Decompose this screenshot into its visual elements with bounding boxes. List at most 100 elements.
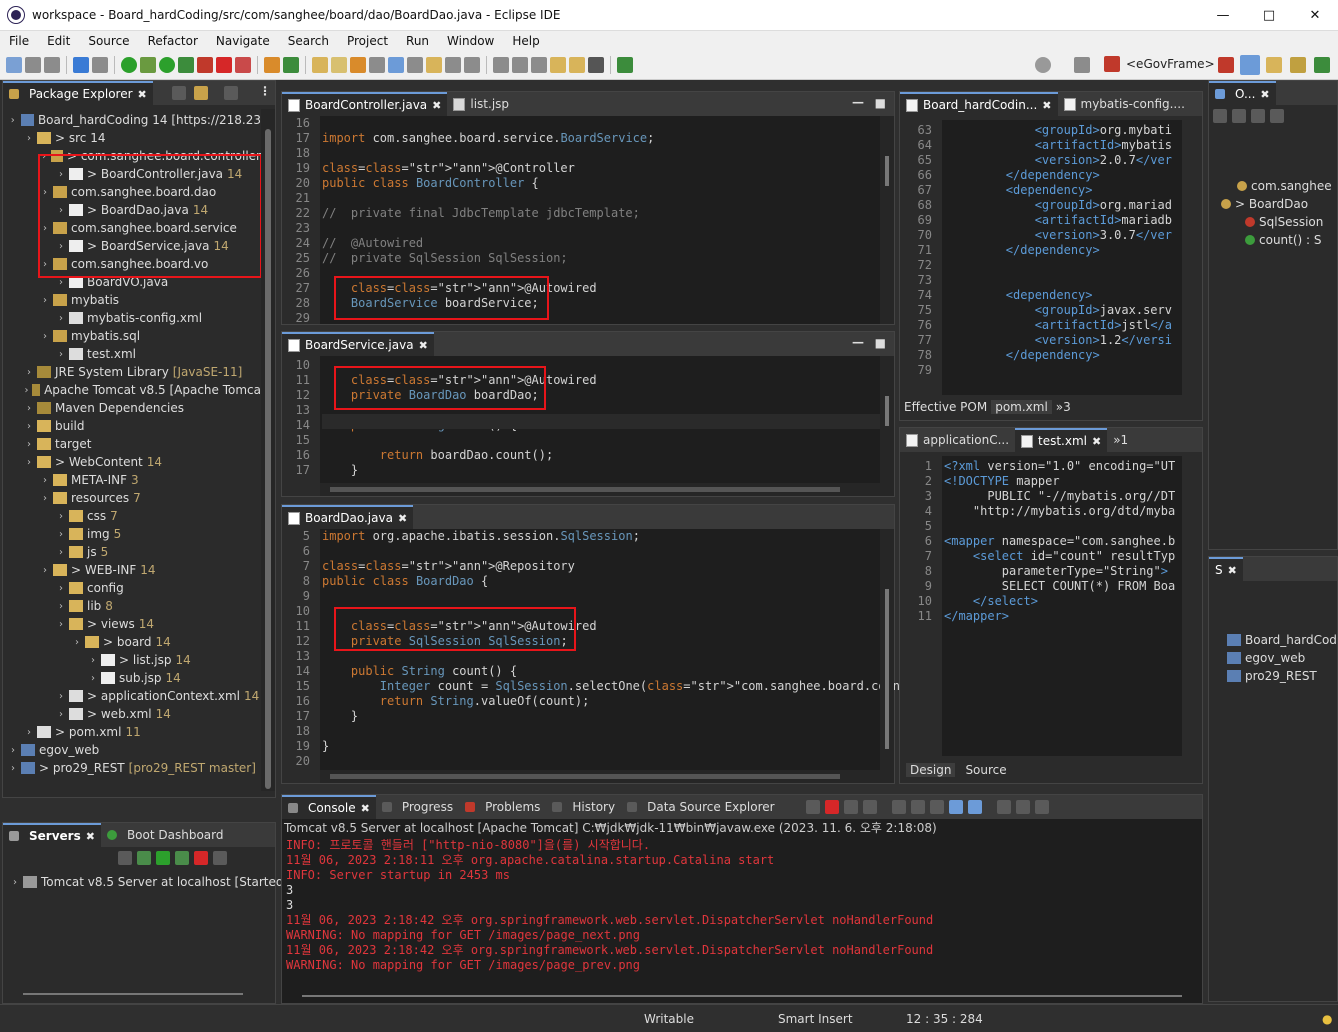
tree-item[interactable]: › css 7	[3, 507, 261, 525]
outline-item[interactable]: count() : S	[1219, 231, 1332, 249]
code-line[interactable]: <!DOCTYPE mapper	[944, 474, 1175, 489]
show-on-err-icon[interactable]	[968, 800, 982, 814]
search-icon-tb[interactable]	[350, 57, 366, 73]
code-line[interactable]: return String.valueOf(count);	[322, 694, 929, 709]
expand-icon[interactable]: ›	[7, 115, 19, 126]
menu-item[interactable]: Navigate	[207, 34, 279, 48]
expand-icon[interactable]: ›	[39, 295, 51, 306]
expand-icon[interactable]: ›	[23, 133, 35, 144]
mark-occurrences-icon[interactable]	[388, 57, 404, 73]
code-line[interactable]: // private final JdbcTemplate jdbcTempla…	[322, 206, 654, 221]
menu-item[interactable]: Refactor	[139, 34, 207, 48]
menu-item[interactable]: Source	[79, 34, 138, 48]
tree-item[interactable]: › > web.xml 14	[3, 705, 261, 723]
minimize-button[interactable]: —	[1200, 0, 1246, 31]
expand-icon[interactable]: ›	[55, 277, 67, 288]
next-annotation-icon[interactable]	[512, 57, 528, 73]
menu-item[interactable]: Window	[438, 34, 503, 48]
code-line[interactable]: </mapper>	[944, 609, 1175, 624]
expand-icon[interactable]: ›	[23, 457, 35, 468]
code-line[interactable]: <version>2.0.7</ver	[948, 153, 1172, 168]
close-icon[interactable]: ✖	[432, 99, 441, 112]
display-console-icon[interactable]	[1016, 800, 1030, 814]
close-icon[interactable]: ✖	[1260, 88, 1269, 101]
minimize-icon[interactable]: —	[852, 335, 864, 349]
tab-data-source-explorer[interactable]: Data Source Explorer	[621, 795, 780, 819]
code-line[interactable]: <groupId>org.mybati	[948, 123, 1172, 138]
word-wrap-icon[interactable]	[426, 57, 442, 73]
code-line[interactable]: <version>3.0.7</ver	[948, 228, 1172, 243]
show-on-out-icon[interactable]	[949, 800, 963, 814]
code-line[interactable]: </select>	[944, 594, 1175, 609]
tree-item[interactable]: › > board 14	[3, 633, 261, 651]
code-line[interactable]: <artifactId>mybatis	[948, 138, 1172, 153]
tree-item[interactable]: › target	[3, 435, 261, 453]
tree-item[interactable]: › build	[3, 417, 261, 435]
code-line[interactable]: SELECT COUNT(*) FROM Boa	[944, 579, 1175, 594]
tree-item[interactable]: › > list.jsp 14	[3, 651, 261, 669]
expand-icon[interactable]: ›	[23, 403, 35, 414]
tree-item[interactable]: › > applicationContext.xml 14	[3, 687, 261, 705]
code-line[interactable]: }	[322, 739, 929, 754]
expand-icon[interactable]: ›	[7, 763, 19, 774]
hide-fields-icon[interactable]	[1232, 109, 1246, 123]
maximize-button[interactable]: □	[1246, 0, 1292, 31]
spring-perspective-icon[interactable]	[1290, 57, 1306, 73]
tab-boardcontroller[interactable]: BoardController.java ✖	[282, 92, 448, 116]
code-area[interactable]: 16 17 18 19 20 21 22 23 24 25 26 27 28 29 import com.…	[282, 116, 894, 325]
maximize-icon[interactable]: ■	[875, 96, 886, 110]
expand-icon[interactable]: ›	[55, 547, 67, 558]
code-line[interactable]: </dependency>	[948, 243, 1172, 258]
code-line[interactable]: public String count() {	[322, 664, 929, 679]
new-icon[interactable]	[6, 57, 22, 73]
tree-item[interactable]: › Maven Dependencies	[3, 399, 261, 417]
pin-console-icon[interactable]	[997, 800, 1011, 814]
tree-item[interactable]: › mybatis	[3, 291, 261, 309]
close-icon[interactable]: ✖	[1042, 99, 1051, 112]
code-line[interactable]	[322, 754, 929, 769]
save-icon[interactable]	[25, 57, 41, 73]
project-item[interactable]: egov_web	[1225, 649, 1338, 667]
menu-item[interactable]: Search	[279, 34, 338, 48]
save-all-icon[interactable]	[44, 57, 60, 73]
tab-pom-xml[interactable]: pom.xml	[991, 400, 1052, 414]
code-line[interactable]: <?xml version="1.0" encoding="UT	[944, 459, 1175, 474]
clear-console-icon[interactable]	[892, 800, 906, 814]
code-line[interactable]: <groupId>javax.serv	[948, 303, 1172, 318]
code-line[interactable]	[948, 363, 1172, 378]
code-line[interactable]	[322, 433, 597, 448]
java-ee-perspective-icon[interactable]	[1218, 57, 1234, 73]
expand-icon[interactable]: ›	[55, 511, 67, 522]
code-line[interactable]	[944, 519, 1175, 534]
filter-icon[interactable]	[224, 86, 238, 100]
menu-item[interactable]: Help	[503, 34, 548, 48]
search-icon[interactable]	[1035, 57, 1051, 73]
hide-nonpublic-icon[interactable]	[1270, 109, 1284, 123]
editor-hscroll[interactable]	[330, 487, 840, 492]
expand-icon[interactable]: ›	[7, 745, 19, 756]
tab-package-explorer[interactable]: Package Explorer ✖	[3, 81, 153, 105]
project-item[interactable]: pro29_REST	[1225, 667, 1338, 685]
expand-icon[interactable]: ›	[23, 727, 35, 738]
tab-boarddao[interactable]: BoardDao.java ✖	[282, 505, 414, 529]
tree-item[interactable]: › JRE System Library [JavaSE-11]	[3, 363, 261, 381]
tree-item[interactable]: › test.xml	[3, 345, 261, 363]
close-icon[interactable]: ✖	[1228, 564, 1237, 577]
expand-icon[interactable]: ›	[55, 709, 67, 720]
code-line[interactable]: <mapper namespace="com.sanghee.b	[944, 534, 1175, 549]
remove-all-icon[interactable]	[863, 800, 877, 814]
new-java-project-icon[interactable]	[264, 57, 280, 73]
forward-icon[interactable]	[588, 57, 604, 73]
outline-item[interactable]: com.sanghee	[1219, 177, 1332, 195]
editor-scrollbar[interactable]	[885, 589, 889, 749]
code-line[interactable]: <dependency>	[948, 183, 1172, 198]
open-type-icon[interactable]	[312, 57, 328, 73]
tree-item[interactable]: › config	[3, 579, 261, 597]
profile-server-icon[interactable]	[175, 851, 189, 865]
debug-server-icon[interactable]	[137, 851, 151, 865]
code-line[interactable]: <version>1.2</versi	[948, 333, 1172, 348]
view-menu-icon[interactable]: ⋮	[259, 84, 271, 98]
expand-icon[interactable]: ›	[39, 475, 51, 486]
code-line[interactable]: public class BoardController {	[322, 176, 654, 191]
terminate-icon[interactable]	[825, 800, 839, 814]
